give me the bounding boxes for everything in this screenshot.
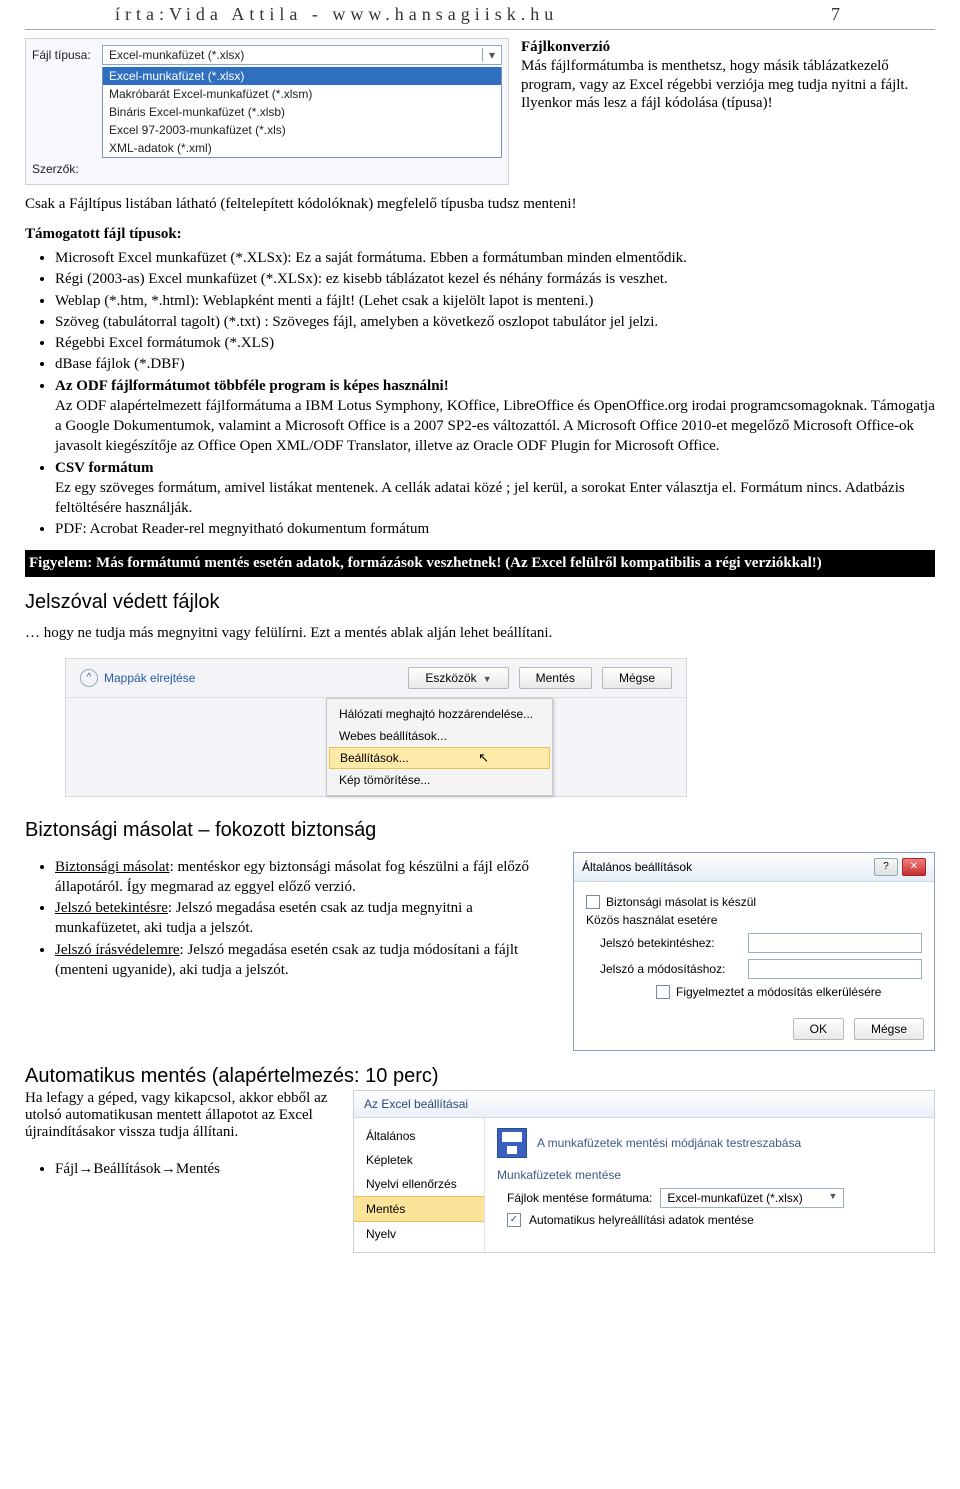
pw-view-input[interactable] xyxy=(748,933,922,953)
filetype-listbox[interactable]: Excel-munkafüzet (*.xlsx) Makróbarát Exc… xyxy=(102,67,502,158)
pw-modify-label: Jelszó a módosításhoz: xyxy=(600,962,740,976)
dialog-title: Az Excel beállításai xyxy=(354,1091,934,1118)
list-item: Biztonsági másolat: mentéskor egy bizton… xyxy=(55,857,553,898)
paragraph: … hogy ne tudja más megnyitni vagy felül… xyxy=(25,624,935,644)
section-backup: Biztonsági másolat – fokozott biztonság xyxy=(25,819,935,842)
options-sidebar: Általános Képletek Nyelvi ellenőrzés Men… xyxy=(354,1118,485,1252)
autosave-checkbox[interactable]: ✓ xyxy=(507,1213,521,1227)
filetype-label: Fájl típusa: xyxy=(32,48,102,62)
cancel-button[interactable]: Mégse xyxy=(602,667,672,689)
sidebar-item[interactable]: Nyelvi ellenőrzés xyxy=(354,1172,484,1196)
save-icon xyxy=(497,1128,527,1158)
options-section: Munkafüzetek mentése xyxy=(497,1168,922,1182)
menu-item[interactable]: Kép tömörítése... xyxy=(327,769,552,791)
filetype-combobox[interactable]: Excel-munkafüzet (*.xlsx) ▾ xyxy=(102,45,502,65)
paragraph: Ha lefagy a géped, vagy kikapcsol, akkor… xyxy=(25,1090,327,1140)
format-label: Fájlok mentése formátuma: xyxy=(507,1191,652,1205)
section-password: Jelszóval védett fájlok xyxy=(25,591,935,614)
backup-checkbox[interactable]: Biztonsági másolat is készül xyxy=(586,895,922,909)
list-item: Régi (2003-as) Excel munkafüzet (*.XLSx)… xyxy=(55,269,935,289)
paragraph: Csak a Fájltípus listában látható (felte… xyxy=(25,195,935,215)
tools-dropdown: Hálózati meghajtó hozzárendelése... Webe… xyxy=(326,698,553,796)
header-page: 7 xyxy=(831,4,845,25)
header-author: írta:Vida Attila - www.hansagiisk.hu xyxy=(115,4,558,25)
sidebar-item[interactable]: Nyelv xyxy=(354,1222,484,1246)
list-item: CSV formátum Ez egy szöveges formátum, a… xyxy=(55,458,935,519)
file-conversion-paragraph: Fájlkonverzió Más fájlformátumba is ment… xyxy=(521,38,935,185)
filetype-option[interactable]: Makróbarát Excel-munkafüzet (*.xlsm) xyxy=(103,85,501,103)
list-item: dBase fájlok (*.DBF) xyxy=(55,354,935,374)
filetype-dropdown-screenshot: Fájl típusa: Excel-munkafüzet (*.xlsx) ▾… xyxy=(25,38,509,185)
list-item: Microsoft Excel munkafüzet (*.XLSx): Ez … xyxy=(55,248,935,268)
autosave-label: Automatikus helyreállítási adatok mentés… xyxy=(529,1213,754,1227)
menu-item-settings[interactable]: Beállítások... xyxy=(329,747,550,769)
filetype-option[interactable]: Bináris Excel-munkafüzet (*.xlsb) xyxy=(103,103,501,121)
pw-view-label: Jelszó betekintéshez: xyxy=(600,936,740,950)
supported-list: Microsoft Excel munkafüzet (*.XLSx): Ez … xyxy=(25,248,935,540)
chevron-down-icon: ▾ xyxy=(482,48,495,62)
section-autosave: Automatikus mentés (alapértelmezés: 10 p… xyxy=(25,1065,935,1088)
dialog-title: Általános beállítások xyxy=(582,860,692,874)
list-item: Szöveg (tabulátorral tagolt) (*.txt) : S… xyxy=(55,312,935,332)
list-item: Jelszó betekintésre: Jelszó megadása ese… xyxy=(55,898,553,939)
excel-options-dialog: Az Excel beállításai Általános Képletek … xyxy=(353,1090,935,1253)
tools-button[interactable]: Eszközök▼ xyxy=(408,667,508,689)
filetype-option[interactable]: Excel-munkafüzet (*.xlsx) xyxy=(103,67,501,85)
general-settings-dialog: Általános beállítások ? ✕ Biztonsági más… xyxy=(573,852,935,1051)
list-item: Régebbi Excel formátumok (*.XLS) xyxy=(55,333,935,353)
filetype-option[interactable]: XML-adatok (*.xml) xyxy=(103,139,501,157)
format-combobox[interactable]: Excel-munkafüzet (*.xlsx)▼ xyxy=(660,1188,844,1208)
close-icon[interactable]: ✕ xyxy=(902,858,926,876)
cancel-button[interactable]: Mégse xyxy=(854,1018,924,1040)
list-item: Az ODF fájlformátumot többféle program i… xyxy=(55,376,935,457)
security-list: Biztonsági másolat: mentéskor egy bizton… xyxy=(25,856,553,982)
save-button[interactable]: Mentés xyxy=(519,667,592,689)
warning-banner: Figyelem: Más formátumú mentés esetén ad… xyxy=(25,550,935,578)
save-dialog-screenshot: ^ Mappák elrejtése Eszközök▼ Mentés Mégs… xyxy=(65,658,687,797)
chevron-up-icon: ^ xyxy=(80,669,98,687)
sidebar-item-save[interactable]: Mentés xyxy=(354,1196,484,1222)
ok-button[interactable]: OK xyxy=(793,1018,844,1040)
warn-checkbox[interactable]: Figyelmeztet a módosítás elkerülésére xyxy=(656,985,922,999)
list-item: PDF: Acrobat Reader-rel megnyitható doku… xyxy=(55,519,935,539)
page-header: írta:Vida Attila - www.hansagiisk.hu 7 xyxy=(25,0,935,30)
pw-modify-input[interactable] xyxy=(748,959,922,979)
filetype-option[interactable]: Excel 97-2003-munkafüzet (*.xls) xyxy=(103,121,501,139)
help-icon[interactable]: ? xyxy=(874,858,898,876)
menu-item[interactable]: Hálózati meghajtó hozzárendelése... xyxy=(327,703,552,725)
file-conversion-title: Fájlkonverzió xyxy=(521,39,610,55)
sidebar-item[interactable]: Képletek xyxy=(354,1148,484,1172)
authors-label: Szerzők: xyxy=(32,162,102,176)
hide-folders-link[interactable]: ^ Mappák elrejtése xyxy=(80,669,195,687)
sidebar-item[interactable]: Általános xyxy=(354,1124,484,1148)
menu-item[interactable]: Webes beállítások... xyxy=(327,725,552,747)
options-heading: A munkafüzetek mentési módjának testresz… xyxy=(537,1136,801,1150)
menu-path: Fájl→Beállítások→Mentés xyxy=(55,1159,335,1179)
supported-title: Támogatott fájl típusok: xyxy=(25,226,182,242)
list-item: Jelszó írásvédelemre: Jelszó megadása es… xyxy=(55,940,553,981)
list-item: Weblap (*.htm, *.html): Weblapként menti… xyxy=(55,291,935,311)
share-label: Közös használat esetére xyxy=(586,913,922,927)
